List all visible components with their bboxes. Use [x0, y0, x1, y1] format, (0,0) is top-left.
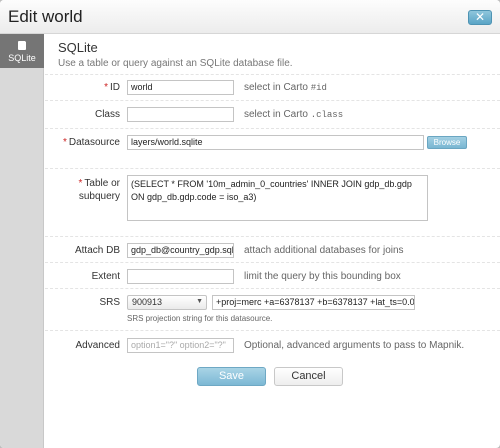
section-title: SQLite [58, 40, 98, 55]
extent-row: Extent limit the query by this bounding … [45, 262, 500, 288]
edit-layer-dialog: Edit world ✕ SQLite SQLite Use a table o… [0, 0, 500, 448]
class-row: Class select in Carto .class [45, 100, 500, 128]
id-hint: select in Carto #id [244, 82, 327, 93]
document-icon [18, 40, 27, 50]
id-hint-text: select in Carto [244, 82, 308, 93]
advanced-row: Advanced option1="?" option2="?" Optiona… [45, 330, 500, 360]
sidebar-tab-sqlite[interactable]: SQLite [0, 34, 44, 68]
id-row: * ID world select in Carto #id [45, 74, 500, 100]
section-header: SQLite Use a table or query against an S… [58, 40, 293, 69]
class-label: Class [94, 109, 120, 120]
srs-input[interactable]: +proj=merc +a=6378137 +b=6378137 +lat_ts… [212, 295, 415, 310]
advanced-label: Advanced [75, 340, 120, 351]
class-hint: select in Carto .class [244, 109, 343, 120]
srs-row: SRS 900913 ▼ +proj=merc +a=6378137 +b=63… [45, 288, 500, 330]
datasource-row: * Datasource layers/world.sqlite Browse [45, 128, 500, 168]
attach-db-row: Attach DB gdp_db@country_gdp.sqli attach… [45, 236, 500, 262]
srs-selected-value: 900913 [132, 297, 163, 307]
cancel-button[interactable]: Cancel [274, 367, 343, 386]
extent-label: Extent [91, 271, 120, 282]
extent-input[interactable] [127, 269, 234, 284]
datasource-label: * Datasource [45, 137, 120, 148]
sidebar-tab-label: SQLite [8, 53, 36, 63]
section-description: Use a table or query against an SQLite d… [58, 58, 293, 69]
attach-db-hint: attach additional databases for joins [244, 245, 404, 256]
table-row: * Table or subquery (SELECT * FROM '10m_ad… [45, 168, 500, 236]
datasource-input[interactable]: layers/world.sqlite [127, 135, 424, 150]
browse-button[interactable]: Browse [427, 136, 467, 149]
attach-db-label: Attach DB [74, 245, 120, 256]
table-subquery-textarea[interactable]: (SELECT * FROM '10m_admin_0_countries' I… [127, 175, 428, 221]
required-mark: * [78, 178, 83, 189]
save-button[interactable]: Save [197, 367, 266, 386]
table-label-line1: Table or [84, 178, 120, 189]
required-mark: * [62, 137, 67, 148]
class-input[interactable] [127, 107, 234, 122]
dialog-titlebar: Edit world ✕ [0, 0, 500, 34]
required-mark: * [104, 82, 108, 93]
id-label: * ID [45, 82, 120, 93]
id-input[interactable]: world [127, 80, 234, 95]
srs-select[interactable]: 900913 ▼ [127, 295, 207, 310]
id-hint-code: #id [310, 83, 327, 93]
extent-hint: limit the query by this bounding box [244, 271, 401, 282]
class-hint-text: select in Carto [244, 109, 308, 120]
srs-label: SRS [99, 297, 120, 308]
close-button[interactable]: ✕ [468, 10, 492, 25]
close-icon: ✕ [474, 10, 486, 24]
table-label-line2: subquery [78, 191, 120, 202]
class-hint-code: .class [310, 110, 344, 120]
srs-hint: SRS projection string for this datasourc… [127, 314, 273, 323]
advanced-hint: Optional, advanced arguments to pass to … [244, 340, 465, 351]
table-label: * Table or subquery [45, 177, 120, 203]
id-label-text: ID [110, 82, 120, 93]
attach-db-input[interactable]: gdp_db@country_gdp.sqli [127, 243, 234, 258]
advanced-input[interactable]: option1="?" option2="?" [127, 338, 234, 353]
sidebar: SQLite [0, 34, 44, 448]
chevron-down-icon: ▼ [196, 298, 203, 305]
datasource-label-text: Datasource [68, 137, 120, 148]
dialog-title: Edit world [8, 7, 83, 26]
